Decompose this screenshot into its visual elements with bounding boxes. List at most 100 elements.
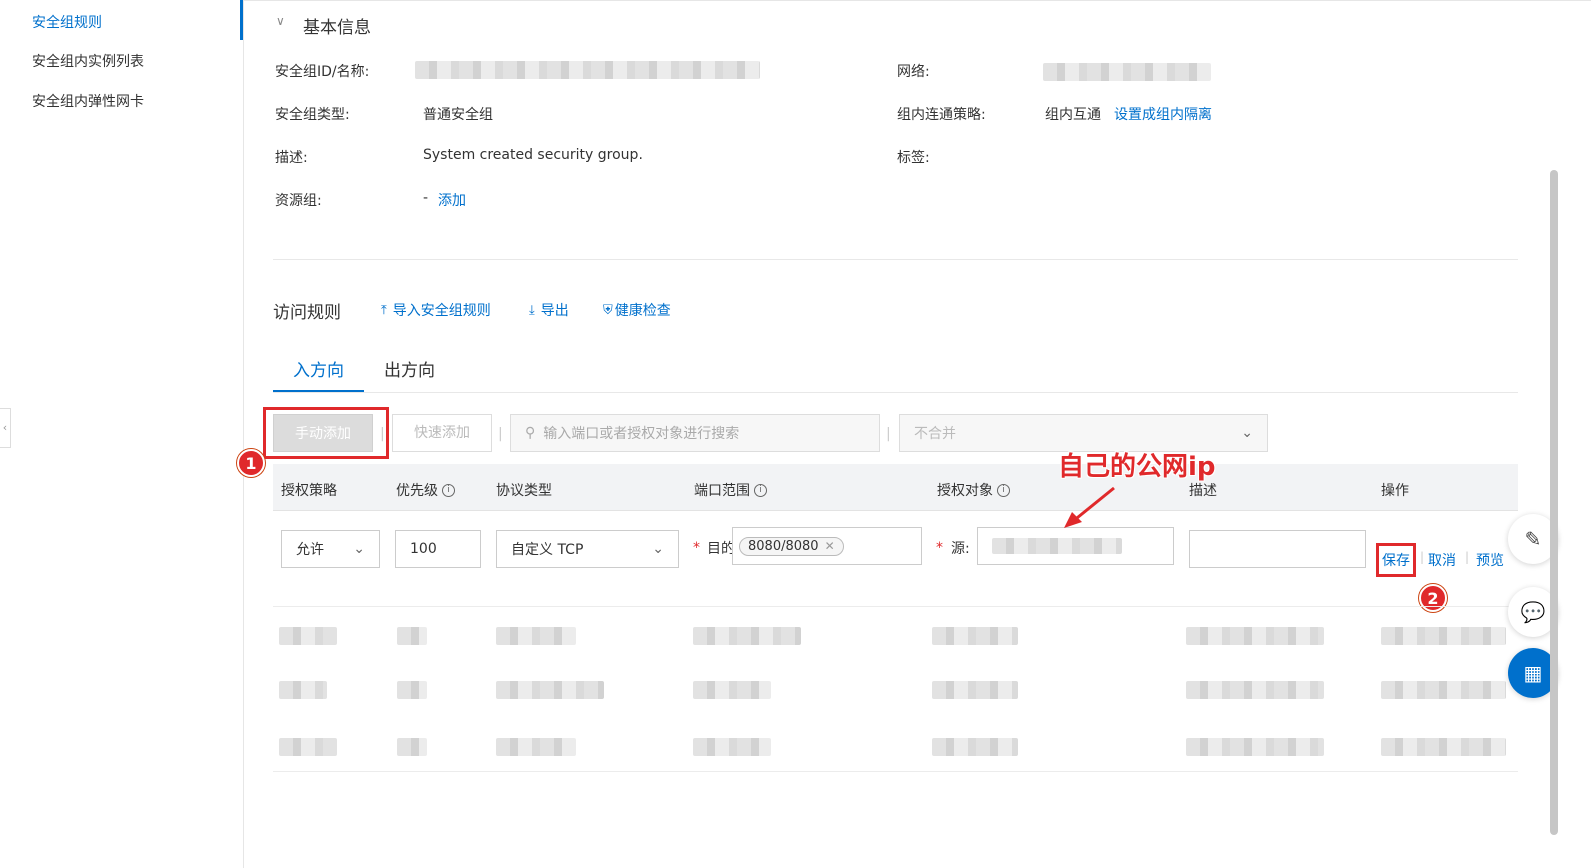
cell-redacted	[1186, 681, 1324, 699]
column-header-actions: 操作	[1381, 483, 1409, 499]
close-icon[interactable]: ✕	[825, 539, 835, 553]
column-header-priority: 优先级 i	[396, 480, 455, 500]
cell-redacted	[397, 627, 427, 645]
toolbar-separator: |	[886, 426, 891, 442]
cell-redacted	[496, 738, 576, 756]
download-icon: ⤓	[529, 302, 535, 318]
chevron-down-icon: ⌄	[1241, 425, 1253, 441]
step-badge-2: 2	[1419, 584, 1447, 612]
apps-grid-icon: ▦	[1523, 661, 1543, 685]
action-separator: |	[1420, 550, 1425, 564]
source-ip-redacted	[992, 538, 1122, 554]
cell-redacted	[279, 681, 327, 699]
protocol-select[interactable]: 自定义 TCP ⌄	[496, 530, 679, 568]
import-rules-label: 导入安全组规则	[392, 303, 491, 319]
set-isolation-link[interactable]: 设置成组内隔离	[1114, 104, 1212, 124]
id-name-label: 安全组ID/名称:	[275, 64, 370, 80]
cell-redacted	[397, 738, 427, 756]
policy-label: 组内连通策略:	[897, 107, 986, 123]
highlight-box-save	[1376, 543, 1416, 577]
desc-value: System created security group.	[423, 147, 643, 163]
cell-redacted	[932, 627, 1018, 645]
column-header-auth-object: 授权对象 i	[937, 480, 1010, 500]
public-ip-annotation: 自己的公网ip	[1058, 452, 1216, 482]
add-resource-group-link[interactable]: 添加	[438, 190, 466, 210]
cell-redacted	[279, 627, 337, 645]
export-label: 导出	[540, 303, 569, 319]
column-header-desc: 描述	[1189, 483, 1217, 499]
type-label: 安全组类型:	[275, 107, 350, 123]
step-badge-1: 1	[237, 449, 265, 477]
tab-outbound[interactable]: 出方向	[384, 356, 435, 381]
id-name-value-redacted	[415, 61, 760, 79]
chevron-down-icon: ⌄	[652, 541, 664, 557]
cell-redacted	[693, 627, 801, 645]
column-header-policy: 授权策略	[281, 483, 337, 499]
search-placeholder: 输入端口或者授权对象进行搜索	[543, 426, 740, 442]
table-header	[273, 464, 1518, 511]
active-tab-underline	[273, 390, 364, 392]
search-icon: ⚲	[525, 425, 536, 441]
cell-redacted	[1186, 627, 1324, 645]
section-title-basic-info: 基本信息	[303, 18, 371, 38]
quick-add-button[interactable]: 快速添加	[392, 414, 492, 452]
source-input[interactable]	[977, 527, 1174, 565]
info-icon[interactable]: i	[754, 483, 767, 497]
cancel-button[interactable]: 取消	[1428, 550, 1456, 570]
preview-button[interactable]: 预览	[1476, 550, 1504, 570]
action-separator: |	[1465, 550, 1470, 564]
column-header-protocol: 协议类型	[496, 483, 552, 499]
cell-redacted	[1381, 627, 1506, 645]
tag-label: 标签:	[897, 150, 930, 166]
export-link[interactable]: ⤓ 导出	[529, 300, 569, 320]
cell-redacted	[496, 627, 576, 645]
info-icon[interactable]: i	[997, 483, 1010, 497]
resource-group-value: -	[423, 190, 429, 206]
dest-label: 目的	[707, 541, 735, 557]
import-rules-link[interactable]: ⤒ 导入安全组规则	[381, 300, 491, 320]
collapse-chevron-icon[interactable]: ∨	[276, 14, 285, 28]
sidebar-item-security-rules[interactable]: 安全组规则	[32, 12, 102, 32]
shield-check-icon: ⛨	[603, 302, 613, 318]
column-header-port-range: 端口范围 i	[694, 480, 767, 500]
resource-group-label: 资源组:	[275, 193, 322, 209]
sidebar-active-indicator	[240, 0, 243, 40]
pencil-icon: ✎	[1524, 527, 1542, 551]
cell-redacted	[1186, 738, 1324, 756]
info-icon[interactable]: i	[442, 483, 455, 497]
required-marker: *	[936, 540, 943, 556]
collapse-sidebar-handle[interactable]: ‹	[0, 408, 11, 448]
description-input[interactable]	[1189, 530, 1366, 568]
port-tag: 8080/8080 ✕	[739, 536, 844, 556]
cell-redacted	[1381, 738, 1506, 756]
sidebar-item-instance-list[interactable]: 安全组内实例列表	[32, 51, 144, 71]
policy-select-value: 允许	[296, 542, 324, 558]
sidebar-item-eni[interactable]: 安全组内弹性网卡	[32, 91, 144, 111]
cell-redacted	[693, 738, 771, 756]
network-value-redacted	[1043, 63, 1211, 81]
health-check-link[interactable]: ⛨ 健康检查	[603, 300, 671, 320]
highlight-box-manual-add	[263, 407, 389, 459]
merge-select-value: 不合并	[914, 426, 956, 442]
search-input[interactable]: ⚲ 输入端口或者授权对象进行搜索	[510, 414, 880, 452]
priority-input-value: 100	[410, 541, 437, 557]
source-label: 源:	[951, 541, 970, 557]
toolbar-separator: |	[380, 426, 385, 442]
annotation-arrow	[1064, 486, 1115, 528]
health-check-label: 健康检查	[614, 303, 671, 319]
tabs-baseline	[273, 392, 1518, 393]
row-divider	[273, 771, 1518, 772]
sidebar: 安全组规则 安全组内实例列表 安全组内弹性网卡	[0, 0, 244, 868]
row-divider	[273, 606, 1518, 607]
port-tag-label: 8080/8080	[748, 538, 819, 554]
chevron-down-icon: ⌄	[353, 541, 365, 557]
tab-inbound[interactable]: 入方向	[293, 356, 344, 381]
port-range-input[interactable]: 8080/8080 ✕	[732, 527, 922, 565]
policy-value: 组内互通	[1045, 107, 1101, 123]
chat-icon: 💬	[1520, 600, 1546, 624]
section-title-access-rules: 访问规则	[273, 303, 341, 323]
policy-select[interactable]: 允许 ⌄	[281, 530, 380, 568]
section-divider	[273, 259, 1518, 260]
vertical-scrollbar[interactable]	[1550, 170, 1558, 835]
priority-input[interactable]: 100	[395, 530, 481, 568]
